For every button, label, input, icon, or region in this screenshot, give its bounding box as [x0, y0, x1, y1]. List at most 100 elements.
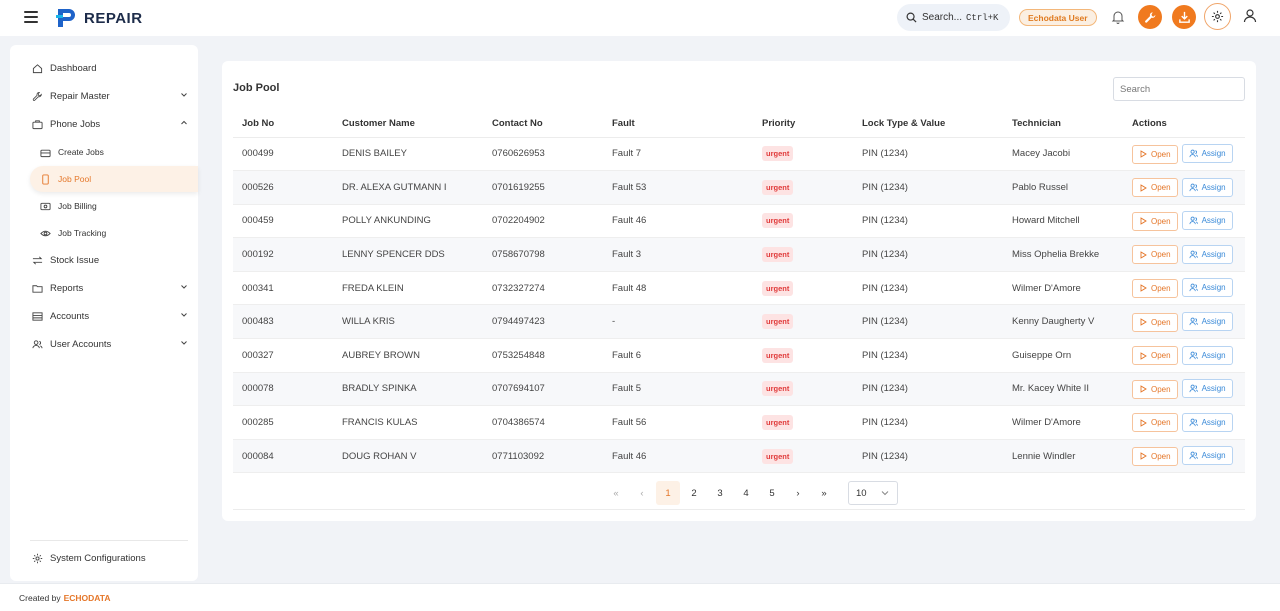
job-no-cell: 000192	[233, 237, 333, 272]
next-page-button[interactable]: ›	[786, 481, 810, 505]
home-icon	[30, 61, 44, 75]
page-button-1[interactable]: 1	[656, 481, 680, 505]
actions-cell: Open Assign	[1123, 338, 1245, 373]
chevron-down-icon	[181, 93, 187, 97]
first-page-button[interactable]: «	[604, 481, 628, 505]
assign-label: Assign	[1201, 149, 1226, 159]
open-label: Open	[1151, 317, 1171, 327]
open-button[interactable]: Open	[1132, 446, 1178, 466]
table-row: 000499 DENIS BAILEY 0760626953 Fault 7 urgen…	[233, 137, 1245, 172]
sidebar-item-label: Repair Master	[50, 90, 110, 102]
sidebar-item-reports[interactable]: Reports	[30, 278, 188, 298]
global-search-button[interactable]: Search... Ctrl+K	[897, 4, 1010, 31]
sidebar-item-job-pool[interactable]: Job Pool	[30, 166, 198, 192]
brand-name: REPAIR	[84, 10, 143, 27]
bell-icon[interactable]	[1110, 9, 1126, 25]
fault-cell: Fault 46	[603, 204, 753, 239]
sidebar-item-label: Job Tracking	[58, 228, 107, 238]
sidebar-item-job-billing[interactable]: Job Billing	[38, 196, 188, 216]
lock-cell: PIN (1234)	[853, 405, 1003, 440]
user-profile-icon[interactable]	[1242, 8, 1258, 24]
job-no-cell: 000483	[233, 304, 333, 340]
open-button[interactable]: Open	[1132, 346, 1178, 366]
contact-no-cell: 0707694107	[483, 372, 603, 407]
sidebar-item-label: Dashboard	[50, 62, 97, 74]
open-button[interactable]: Open	[1132, 245, 1178, 265]
assign-button[interactable]: Assign	[1181, 312, 1233, 332]
open-button[interactable]: Open	[1132, 413, 1178, 433]
open-button[interactable]: Open	[1132, 312, 1178, 332]
priority-cell: urgent	[753, 170, 853, 205]
play-icon	[1140, 419, 1147, 427]
open-button[interactable]: Open	[1132, 211, 1178, 231]
customer-name-cell: AUBREY BROWN	[333, 338, 483, 373]
billing-icon	[38, 199, 52, 213]
chevron-down-icon	[181, 285, 187, 289]
contact-no-cell: 0704386574	[483, 405, 603, 440]
page-button-4[interactable]: 4	[734, 481, 758, 505]
sidebar-item-accounts[interactable]: Accounts	[30, 306, 188, 326]
column-header: Customer Name	[333, 111, 483, 138]
open-button[interactable]: Open	[1132, 379, 1178, 399]
open-label: Open	[1151, 351, 1171, 361]
lock-cell: PIN (1234)	[853, 372, 1003, 407]
assign-user-icon	[1189, 284, 1198, 292]
table-search-input[interactable]	[1113, 77, 1245, 101]
lock-cell: PIN (1234)	[853, 338, 1003, 373]
menu-icon[interactable]	[24, 11, 38, 23]
sidebar-item-dashboard[interactable]: Dashboard	[30, 58, 188, 78]
page-button-2[interactable]: 2	[682, 481, 706, 505]
table-row: 000084 DOUG ROHAN V 0771103092 Fault 46 urge…	[233, 439, 1245, 474]
sidebar-item-phone-jobs[interactable]: Phone Jobs	[30, 114, 188, 134]
last-page-button[interactable]: »	[812, 481, 836, 505]
job-pool-table: Job No Customer Name Contact No Fault Pr…	[233, 111, 1245, 474]
wrench-icon	[30, 89, 44, 103]
assign-button[interactable]: Assign	[1181, 278, 1233, 298]
search-label: Search...	[922, 12, 963, 23]
play-icon	[1140, 284, 1147, 293]
priority-cell: urgent	[753, 439, 853, 474]
sidebar-item-create-jobs[interactable]: Create Jobs	[38, 142, 188, 162]
sidebar-item-job-tracking[interactable]: Job Tracking	[38, 223, 188, 243]
assign-button[interactable]: Assign	[1181, 211, 1233, 231]
open-button[interactable]: Open	[1132, 278, 1178, 298]
assign-button[interactable]: Assign	[1181, 144, 1233, 164]
chevron-up-icon	[181, 120, 187, 125]
assign-button[interactable]: Assign	[1181, 446, 1233, 466]
job-no-cell: 000526	[233, 170, 333, 205]
sidebar-item-stock-issue[interactable]: Stock Issue	[30, 250, 188, 270]
sidebar-item-label: Accounts	[50, 310, 90, 322]
assign-button[interactable]: Assign	[1181, 412, 1233, 432]
download-button[interactable]	[1172, 5, 1196, 29]
footer-brand-link[interactable]: ECHODATA	[64, 593, 111, 603]
settings-button[interactable]	[1204, 3, 1231, 30]
actions-cell: Open Assign	[1123, 439, 1245, 474]
play-icon	[1140, 217, 1147, 226]
assign-label: Assign	[1201, 249, 1226, 259]
lock-cell: PIN (1234)	[853, 304, 1003, 340]
footer-text: Created by	[19, 592, 61, 603]
assign-button[interactable]: Assign	[1181, 244, 1233, 264]
prev-page-button[interactable]: ‹	[630, 481, 654, 505]
assign-user-icon	[1189, 216, 1198, 225]
table-row: 000078 BRADLY SPINKA 0707694107 Fault 5 urge…	[233, 372, 1245, 407]
assign-user-icon	[1189, 418, 1198, 426]
fault-cell: -	[603, 304, 753, 340]
page-size-select[interactable]: 10	[848, 481, 898, 505]
open-label: Open	[1151, 418, 1171, 428]
customer-name-cell: WILLA KRIS	[333, 304, 483, 340]
sidebar-item-repair-master[interactable]: Repair Master	[30, 86, 188, 106]
open-button[interactable]: Open	[1132, 178, 1178, 198]
eye-icon	[38, 226, 52, 240]
assign-user-icon	[1189, 452, 1198, 460]
assign-button[interactable]: Assign	[1181, 345, 1233, 365]
assign-button[interactable]: Assign	[1181, 177, 1233, 197]
page-button-3[interactable]: 3	[708, 481, 732, 505]
actions-cell: Open Assign	[1123, 271, 1245, 306]
sidebar-item-system-configurations[interactable]: System Configurations	[30, 548, 188, 568]
repair-tools-button[interactable]	[1138, 5, 1162, 29]
page-button-5[interactable]: 5	[760, 481, 784, 505]
assign-button[interactable]: Assign	[1181, 379, 1233, 399]
open-button[interactable]: Open	[1132, 144, 1178, 164]
sidebar-item-user-accounts[interactable]: User Accounts	[30, 334, 188, 354]
